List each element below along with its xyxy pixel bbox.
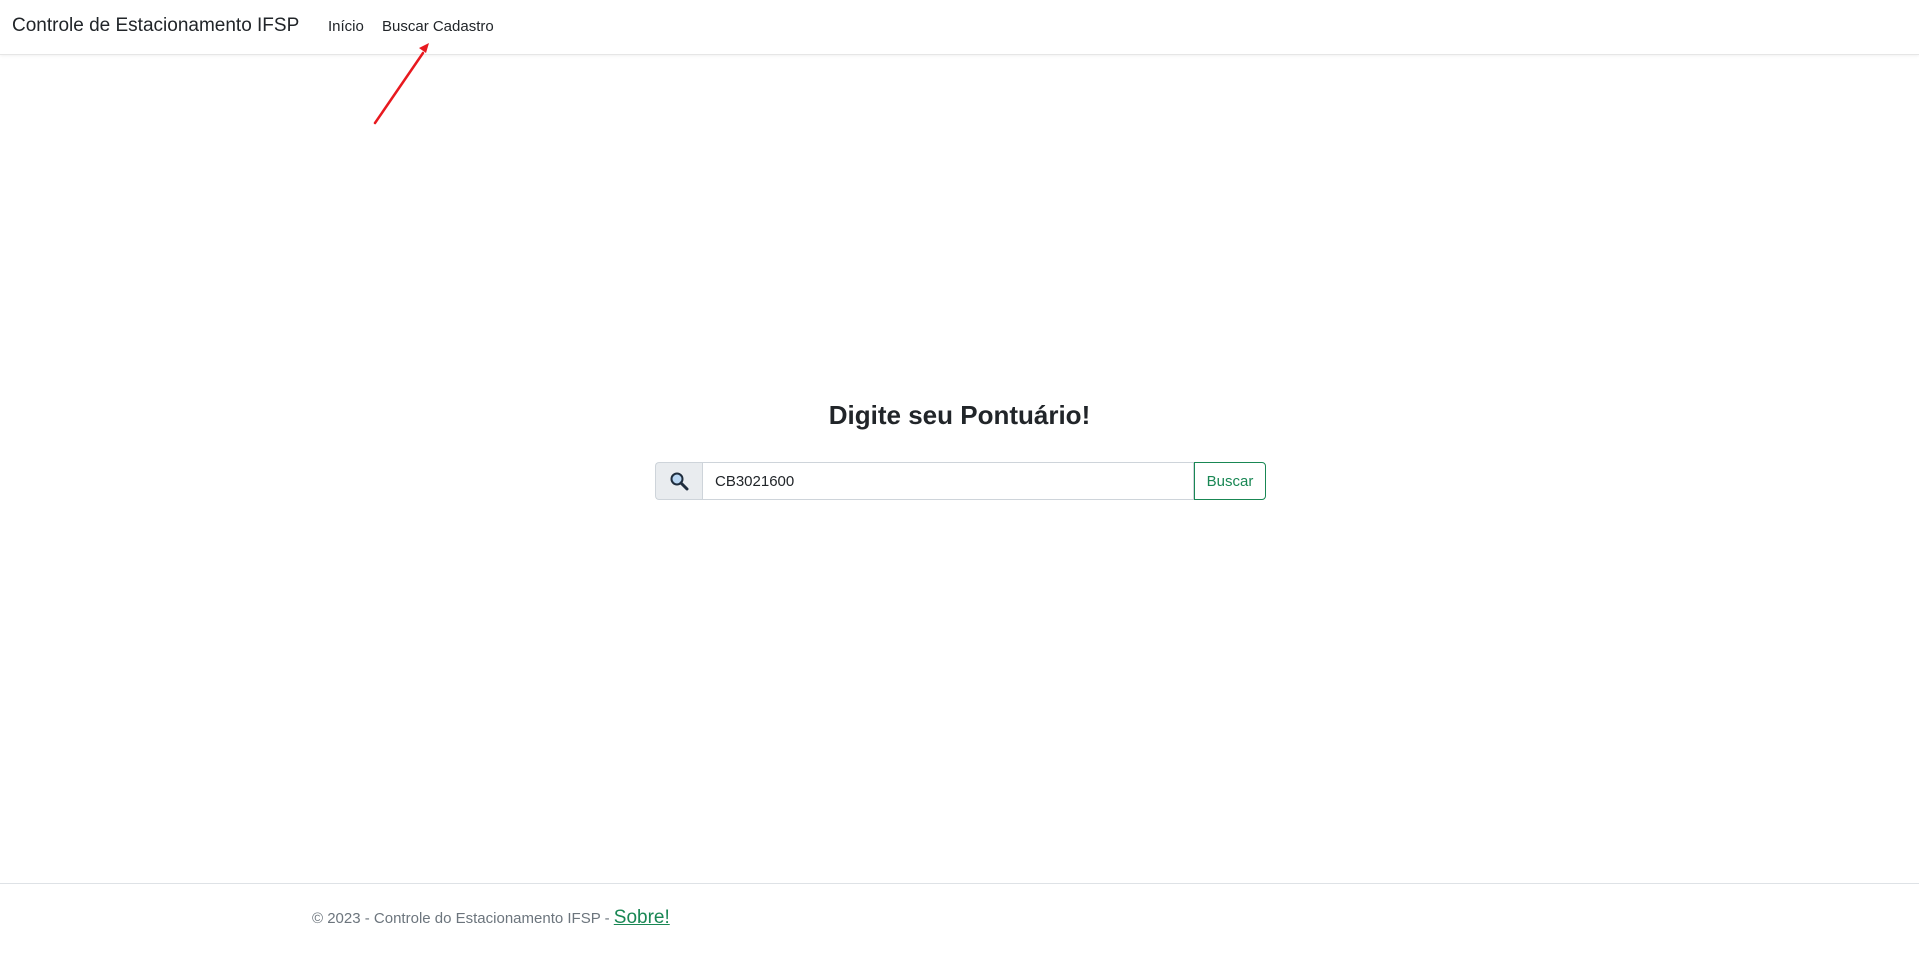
page-footer: © 2023 - Controle do Estacionamento IFSP… — [0, 883, 1919, 960]
page-heading: Digite seu Pontuário! — [828, 400, 1091, 430]
top-navbar: Controle de Estacionamento IFSP Início B… — [0, 0, 1919, 55]
footer-text: © 2023 - Controle do Estacionamento IFSP… — [312, 907, 670, 929]
search-group: Buscar — [655, 462, 1266, 500]
navbar-brand[interactable]: Controle de Estacionamento IFSP — [12, 15, 299, 37]
nav-link-inicio[interactable]: Início — [328, 18, 364, 35]
search-icon — [655, 462, 702, 500]
buscar-button[interactable]: Buscar — [1194, 462, 1266, 500]
pontuario-search-input[interactable] — [702, 462, 1194, 500]
nav-link-buscar-cadastro[interactable]: Buscar Cadastro — [382, 18, 494, 35]
footer-copyright: © 2023 - Controle do Estacionamento IFSP… — [312, 910, 614, 927]
footer-sobre-link[interactable]: Sobre! — [614, 907, 670, 928]
